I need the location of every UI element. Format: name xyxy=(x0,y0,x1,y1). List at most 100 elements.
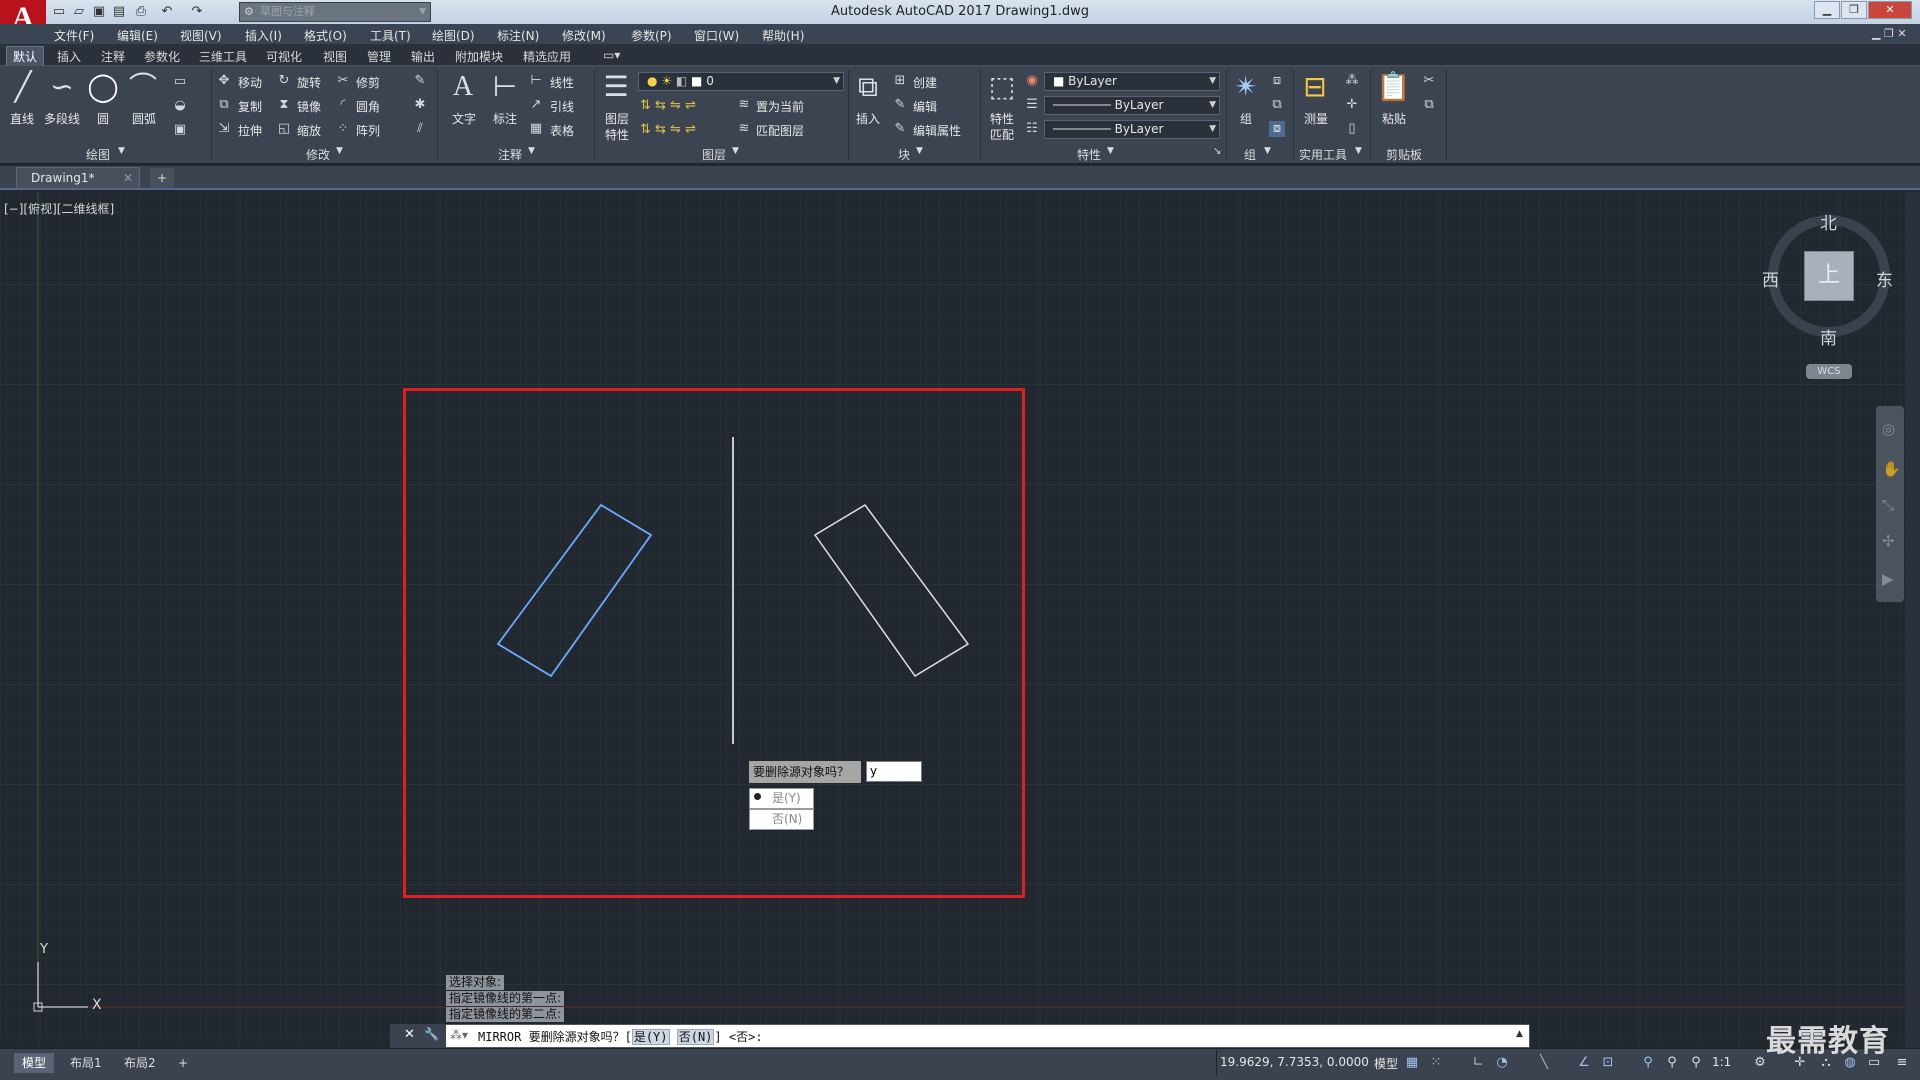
showmotion-icon[interactable]: ▶ xyxy=(1882,570,1894,588)
trim-label[interactable]: 修剪 xyxy=(356,74,380,91)
layer-tools-row-2[interactable]: ⇅ ⇆ ⇋ ⇌ xyxy=(640,122,696,137)
copy-label[interactable]: 复制 xyxy=(238,98,262,115)
annotation-visibility-icon[interactable]: ⚲ xyxy=(1640,1054,1656,1072)
group-label[interactable]: 组 xyxy=(1240,110,1252,127)
new-tab-plus-icon[interactable]: + xyxy=(150,168,174,188)
chevron-down-icon[interactable]: ▼ xyxy=(732,146,739,156)
mirror-label[interactable]: 镜像 xyxy=(297,98,321,115)
leader-label[interactable]: 引线 xyxy=(550,98,574,115)
dynamic-input-field[interactable]: y xyxy=(866,761,922,782)
linear-dim-icon[interactable]: ⊢ xyxy=(528,73,544,89)
ribbon-toggle-icon[interactable]: ▭▾ xyxy=(603,48,620,62)
osnap-icon[interactable]: ⊡ xyxy=(1600,1054,1616,1072)
rotate-icon[interactable]: ↻ xyxy=(276,73,292,89)
chevron-down-icon[interactable]: ▼ xyxy=(1107,146,1114,156)
tab-output[interactable]: 输出 xyxy=(411,48,435,65)
text-icon[interactable]: A xyxy=(446,70,480,104)
viewcube-east[interactable]: 东 xyxy=(1876,266,1893,291)
menu-help[interactable]: 帮助(H) xyxy=(762,27,804,44)
text-label[interactable]: 文字 xyxy=(452,110,476,127)
chevron-down-icon[interactable]: ▼ xyxy=(916,146,923,156)
hatch-icon[interactable]: ◒ xyxy=(172,98,188,114)
tab-3d-tools[interactable]: 三维工具 xyxy=(199,48,247,65)
id-point-icon[interactable]: ✛ xyxy=(1344,97,1360,113)
move-icon[interactable]: ✥ xyxy=(216,73,232,89)
tab-visualize[interactable]: 可视化 xyxy=(266,48,302,65)
osnap-tracking-icon[interactable]: ∠ xyxy=(1576,1054,1592,1072)
copy-clip-icon[interactable]: ⧉ xyxy=(1421,97,1437,113)
annotation-panel-title[interactable]: 注释 xyxy=(498,146,522,163)
erase-icon[interactable]: ✎ xyxy=(412,73,428,89)
insert-block-icon[interactable]: ⧉ xyxy=(851,70,885,104)
draw-panel-title[interactable]: 绘图 xyxy=(86,146,110,163)
viewcube-south[interactable]: 南 xyxy=(1820,324,1837,349)
menu-tools[interactable]: 工具(T) xyxy=(370,27,411,44)
table-label[interactable]: 表格 xyxy=(550,122,574,139)
ungroup-icon[interactable]: ⧈ xyxy=(1269,73,1285,89)
annotation-scale-icon[interactable]: ⚲ xyxy=(1688,1054,1704,1072)
arc-icon[interactable]: ⌒ xyxy=(126,70,160,104)
leader-icon[interactable]: ↗ xyxy=(528,97,544,113)
chevron-down-icon[interactable]: ▼ xyxy=(336,146,343,156)
add-layout-plus-icon[interactable]: + xyxy=(170,1053,196,1073)
layer-properties-label-2[interactable]: 特性 xyxy=(605,126,629,143)
tab-addins[interactable]: 附加模块 xyxy=(455,48,503,65)
menu-edit[interactable]: 编辑(E) xyxy=(117,27,158,44)
cut-icon[interactable]: ✂ xyxy=(1421,73,1437,89)
circle-label[interactable]: 圆 xyxy=(97,110,109,127)
layer-dropdown[interactable]: ● ☀ ◧ ■ 0 ▼ xyxy=(638,72,844,91)
fillet-label[interactable]: 圆角 xyxy=(356,98,380,115)
isodraft-icon[interactable]: ╲ xyxy=(1536,1054,1552,1072)
edit-label[interactable]: 编辑 xyxy=(913,98,937,115)
lineweight-dropdown[interactable]: ──────── ByLayer ▼ xyxy=(1044,120,1220,139)
match-layer-label[interactable]: 匹配图层 xyxy=(756,122,804,139)
chevron-down-icon[interactable]: ▼ xyxy=(1355,146,1362,156)
create-block-icon[interactable]: ⊞ xyxy=(892,73,908,89)
grid-icon[interactable]: ▦ xyxy=(1404,1054,1420,1072)
insert-label[interactable]: 插入 xyxy=(856,110,880,127)
polar-icon[interactable]: ◔ xyxy=(1494,1054,1510,1072)
match-label-2[interactable]: 匹配 xyxy=(990,126,1014,143)
option-no[interactable]: 否(N) xyxy=(749,809,814,830)
edit-attr-icon[interactable]: ✎ xyxy=(892,121,908,137)
calculator-icon[interactable]: ▯ xyxy=(1344,121,1360,137)
menu-dimension[interactable]: 标注(N) xyxy=(497,27,539,44)
wrench-icon[interactable]: 🔧 xyxy=(424,1027,439,1041)
coordinate-readout[interactable]: 19.9629, 7.7353, 0.0000 xyxy=(1220,1055,1369,1069)
layout-tab-model[interactable]: 模型 xyxy=(14,1053,55,1073)
tab-insert[interactable]: 插入 xyxy=(57,48,81,65)
color-dropdown[interactable]: ■ ByLayer ▼ xyxy=(1044,72,1220,91)
tab-view[interactable]: 视图 xyxy=(323,48,347,65)
document-tab-drawing1[interactable]: Drawing1* ✕ xyxy=(16,167,140,189)
fillet-icon[interactable]: ◜ xyxy=(335,97,351,113)
model-space-toggle[interactable]: 模型 xyxy=(1374,1055,1398,1072)
maximize-button[interactable]: ❐ xyxy=(1841,1,1867,19)
close-icon[interactable]: ✕ xyxy=(123,168,133,188)
command-line-grip[interactable]: ✕ 🔧 xyxy=(390,1024,446,1048)
measure-icon[interactable]: ⊟ xyxy=(1298,70,1332,104)
wcs-menu-button[interactable]: WCS xyxy=(1806,364,1852,379)
edit-attr-label[interactable]: 编辑属性 xyxy=(913,122,961,139)
doc-window-controls[interactable]: ▁ ❐ ✕ xyxy=(1872,27,1907,40)
navigation-bar[interactable]: ◎ ✋ ⤡ ✢ ▶ xyxy=(1876,406,1904,602)
layer-properties-icon[interactable]: ☰ xyxy=(599,70,633,104)
viewport-controls[interactable]: [−][俯视][二维线框] xyxy=(4,200,114,217)
orbit-icon[interactable]: ✢ xyxy=(1882,532,1895,550)
command-prompt-icon[interactable]: ⁂▾ xyxy=(450,1028,468,1042)
tab-featured-apps[interactable]: 精选应用 xyxy=(523,48,571,65)
linetype-dropdown[interactable]: ──────── ByLayer ▼ xyxy=(1044,96,1220,115)
explode-icon[interactable]: ✱ xyxy=(412,97,428,113)
customization-menu-icon[interactable]: ≡ xyxy=(1894,1054,1910,1072)
arc-label[interactable]: 圆弧 xyxy=(132,110,156,127)
scale-label[interactable]: 缩放 xyxy=(297,122,321,139)
dimension-label[interactable]: 标注 xyxy=(493,110,517,127)
chevron-down-icon[interactable]: ▼ xyxy=(528,146,535,156)
boundary-icon[interactable]: ▣ xyxy=(172,122,188,138)
copy-icon[interactable]: ⧉ xyxy=(216,97,232,113)
clipboard-panel-title[interactable]: 剪贴板 xyxy=(1386,146,1422,163)
count-icon[interactable]: ⁂ xyxy=(1344,73,1360,89)
command-option-no[interactable]: 否(N) xyxy=(676,1029,715,1045)
paste-label[interactable]: 粘贴 xyxy=(1382,110,1406,127)
polyline-label[interactable]: 多段线 xyxy=(44,110,80,127)
make-current-icon[interactable]: ≋ xyxy=(736,97,752,113)
